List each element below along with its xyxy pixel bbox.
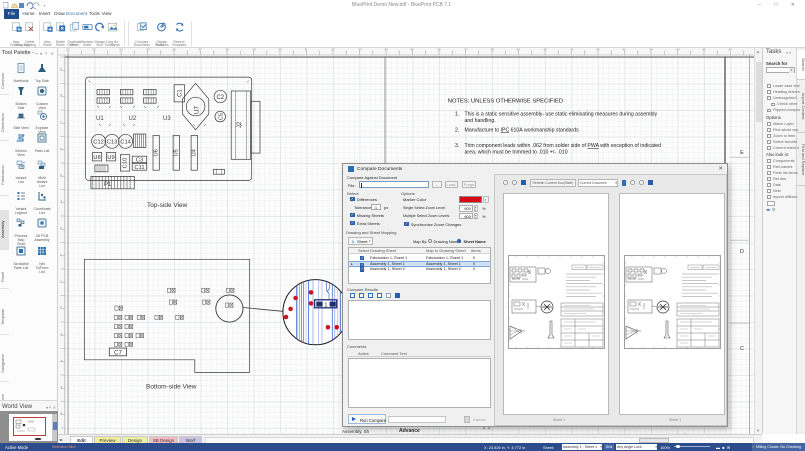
svg-text:-1: -1 — [60, 332, 63, 336]
svg-text:3.: 3. — [455, 143, 459, 149]
svg-text:30: 30 — [278, 48, 282, 52]
svg-text:23: 23 — [92, 48, 96, 52]
svg-text:U9: U9 — [107, 155, 114, 161]
svg-text:C2: C2 — [216, 95, 224, 101]
svg-text:36: 36 — [437, 48, 441, 52]
svg-text:1.: 1. — [455, 112, 459, 118]
svg-text:P1: P1 — [104, 182, 112, 188]
svg-text:1: 1 — [324, 303, 327, 309]
svg-text:Trim component leads within .0: Trim component leads within .062 from so… — [465, 143, 662, 149]
svg-text:U4: U4 — [192, 148, 198, 156]
svg-text:40: 40 — [543, 48, 547, 52]
svg-text:34: 34 — [384, 48, 388, 52]
svg-text:C: C — [740, 346, 744, 352]
svg-text:U8: U8 — [93, 155, 100, 161]
svg-text:41: 41 — [570, 48, 574, 52]
svg-text:32: 32 — [331, 48, 335, 52]
svg-text:39: 39 — [516, 48, 520, 52]
svg-text:-2: -2 — [60, 359, 63, 363]
svg-text:U6: U6 — [154, 149, 160, 156]
svg-text:44: 44 — [649, 48, 653, 52]
svg-text:33: 33 — [358, 48, 362, 52]
svg-text:25: 25 — [146, 48, 150, 52]
svg-text:22: 22 — [66, 48, 70, 52]
svg-text:Bottom-side View: Bottom-side View — [146, 384, 197, 391]
svg-text:C7: C7 — [114, 349, 122, 356]
svg-text:U3: U3 — [163, 116, 171, 122]
svg-text:45: 45 — [676, 48, 680, 52]
svg-text:E: E — [740, 150, 744, 156]
svg-text:38: 38 — [490, 48, 494, 52]
svg-text:area, which must be trimmed to: area, which must be trimmed to .010 +/- … — [465, 150, 568, 156]
svg-text:29: 29 — [252, 48, 256, 52]
svg-text:-4: -4 — [60, 411, 63, 415]
svg-text:U1: U1 — [96, 116, 104, 122]
svg-text:42: 42 — [596, 48, 600, 52]
svg-text:D: D — [740, 249, 744, 255]
svg-text:This is a static sensitive ass: This is a static sensitive assembly- use… — [465, 112, 658, 118]
svg-text:2.: 2. — [455, 127, 459, 133]
svg-text:C11: C11 — [134, 165, 144, 171]
svg-text:C3: C3 — [136, 158, 143, 164]
svg-text:35: 35 — [410, 48, 414, 52]
svg-text:J2: J2 — [237, 121, 243, 128]
svg-text:C12: C12 — [93, 139, 104, 145]
svg-text:C1: C1 — [178, 89, 184, 97]
svg-text:31: 31 — [304, 48, 308, 52]
svg-text:24: 24 — [119, 48, 123, 52]
svg-text:U2: U2 — [129, 116, 137, 122]
svg-text:Manufacture to IPC 610A workma: Manufacture to IPC 610A workmanship stan… — [465, 127, 580, 133]
svg-text:27: 27 — [198, 48, 202, 52]
svg-text:Top-side View: Top-side View — [147, 202, 188, 209]
svg-text:47: 47 — [728, 48, 732, 52]
svg-text:26: 26 — [172, 48, 176, 52]
svg-text:C10: C10 — [123, 158, 129, 169]
svg-text:-3: -3 — [60, 385, 63, 389]
svg-text:37: 37 — [464, 48, 468, 52]
svg-text:U7: U7 — [194, 105, 201, 114]
svg-text:46: 46 — [702, 48, 706, 52]
svg-text:28: 28 — [225, 48, 229, 52]
svg-text:U5: U5 — [174, 149, 180, 156]
svg-text:C14: C14 — [120, 139, 131, 145]
svg-text:43: 43 — [622, 48, 626, 52]
svg-text:C5: C5 — [218, 113, 224, 120]
svg-text:and handling.: and handling. — [465, 118, 496, 124]
svg-text:NOTES: UNLESS OTHERWISE SPECIF: NOTES: UNLESS OTHERWISE SPECIFIED — [448, 99, 563, 105]
svg-text:C13: C13 — [107, 139, 118, 145]
